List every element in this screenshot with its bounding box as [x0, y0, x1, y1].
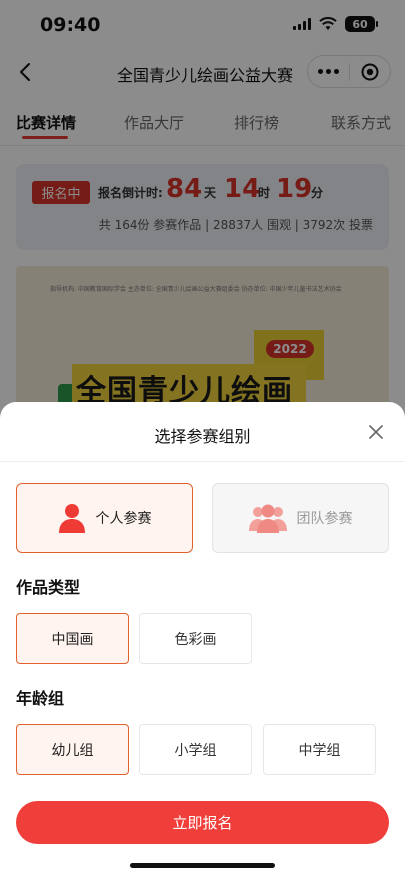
- individual-entry-label: 个人参赛: [95, 511, 152, 527]
- home-indicator: [130, 863, 275, 868]
- age-group-option-preschool[interactable]: 幼儿组: [16, 724, 129, 775]
- person-icon: [58, 504, 85, 533]
- age-group-option-primary[interactable]: 小学组: [139, 724, 252, 775]
- sheet-title: 选择参赛组别: [154, 427, 251, 446]
- work-type-heading: 作品类型: [16, 578, 81, 597]
- work-type-option-color-painting[interactable]: 色彩画: [139, 613, 252, 664]
- divider: [0, 461, 405, 462]
- age-group-heading: 年龄组: [16, 689, 65, 708]
- age-group-option-middle-school[interactable]: 中学组: [263, 724, 376, 775]
- close-icon[interactable]: [369, 425, 383, 439]
- register-now-button[interactable]: 立即报名: [16, 801, 389, 844]
- team-entry-label: 团队参赛: [296, 511, 353, 527]
- individual-entry-option[interactable]: 个人参赛: [16, 483, 193, 553]
- team-entry-option[interactable]: 团队参赛: [212, 483, 389, 553]
- select-group-sheet: 选择参赛组别 个人参赛 团队参赛 作品类型 中国画 色彩画 年龄组 幼儿组 小学…: [0, 402, 405, 877]
- work-type-option-chinese-painting[interactable]: 中国画: [16, 613, 129, 664]
- group-icon: [248, 504, 287, 533]
